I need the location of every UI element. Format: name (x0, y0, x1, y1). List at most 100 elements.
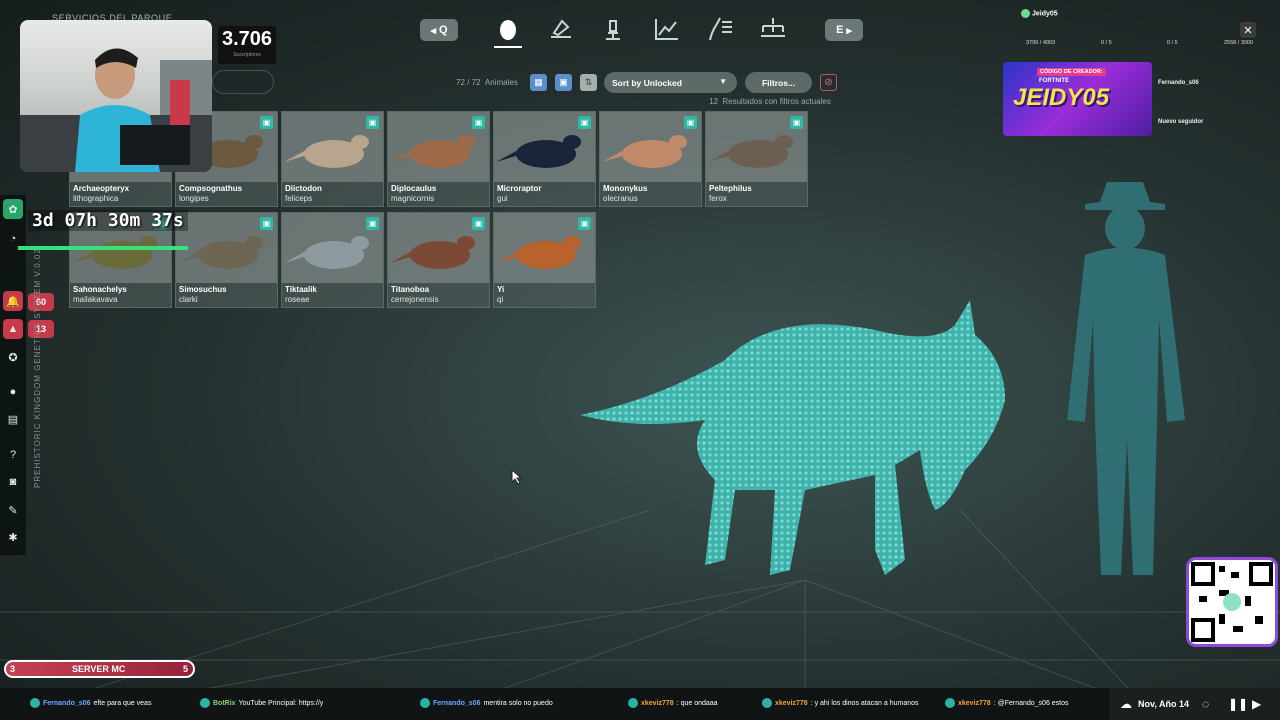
mouse-cursor-icon (511, 469, 523, 485)
animal-species: cerrejonensis (391, 295, 439, 304)
pause-button[interactable]: ❚❚ (1228, 697, 1248, 711)
chat-username: xkeviz778 (641, 699, 674, 707)
active-tab-indicator (494, 46, 522, 48)
filters-button[interactable]: Filtros... (745, 72, 812, 93)
animal-species: roseae (285, 295, 310, 304)
animal-species: mailakavava (73, 295, 118, 304)
settings-button[interactable]: ✱ (3, 527, 23, 547)
chart-icon (655, 19, 678, 40)
sort-dropdown[interactable]: Sort by Unlocked ▼ (604, 72, 737, 93)
chat-ticker: Fernando_s06 efte para que veas BotRix YouT… (0, 688, 1110, 720)
image-view-button[interactable]: ▣ (555, 74, 572, 91)
next-tab-button[interactable]: E ▸ (825, 19, 863, 41)
follower-feed-label: Nuevo seguidor (1158, 119, 1204, 125)
results-count: 12 (709, 97, 718, 106)
results-label: Resultados con filtros actuales (722, 97, 831, 106)
animal-card[interactable]: ▣ Simosuchus clarki (175, 212, 278, 308)
tab-egg[interactable] (493, 14, 523, 44)
tab-lab[interactable] (598, 14, 628, 44)
animal-card[interactable]: ▣ Tiktaalik roseae (281, 212, 384, 308)
chat-username: xkeviz778 (775, 699, 808, 707)
stream-goals: 3799 / 4003 0 / 5 0 / 5 2558 / 3000 (1004, 30, 1254, 50)
guest-icon: ✪ (8, 351, 18, 364)
animal-count-value: 72 / 72 (456, 78, 481, 87)
chevron-left-icon: ◂ (430, 24, 436, 37)
codex-button[interactable]: ▤ (3, 409, 23, 429)
animal-name: Compsognathus (179, 184, 243, 193)
animals-toolbar: 72 / 72 Animales ▦ ▣ ⇅ Sort by Unlocked … (440, 72, 840, 94)
image-badge-icon: ▣ (684, 116, 697, 129)
clear-filters-button[interactable]: ⊘ (820, 74, 837, 91)
dinosaur-hologram (580, 300, 1005, 575)
search-input[interactable] (212, 70, 274, 94)
weather-icon: ☁ (1120, 697, 1132, 711)
wrench-icon: ✎ (8, 504, 18, 517)
dna-button[interactable]: ✿ (3, 199, 23, 219)
image-badge-icon: ▣ (472, 217, 485, 230)
chat-username: Fernando_s06 (433, 699, 481, 707)
qr-code-pattern (1191, 562, 1273, 642)
chat-message: xkeviz778: que ondaaa (628, 698, 718, 708)
eggs-button[interactable]: ● (3, 382, 23, 402)
speed-toggle-button[interactable]: ◌ (1202, 697, 1209, 711)
animal-card[interactable]: ▣ Diictodon feliceps (281, 111, 384, 207)
chat-text: efte para que veas (93, 699, 152, 707)
server-progress-bar: 3 SERVER MC 5 (4, 660, 195, 678)
image-badge-icon: ▣ (260, 217, 273, 230)
tab-hierarchy[interactable] (758, 14, 788, 44)
camera-button[interactable]: ◙ (3, 472, 23, 492)
chat-text: : que ondaaa (676, 699, 718, 707)
streamer-figure (20, 48, 212, 172)
animal-name: Titanoboa (391, 285, 430, 294)
sort-order-button[interactable]: ⇅ (580, 74, 597, 91)
microscope-icon (606, 20, 620, 40)
animal-card[interactable]: ▣ Titanoboa cerrejonensis (387, 212, 490, 308)
timer-progress-bar (18, 246, 188, 250)
warnings-button[interactable]: ▲ (3, 319, 23, 339)
version-label: PREHISTORIC KINGDOM GENETICS SYSTEM V.0.… (33, 248, 42, 488)
guests-button[interactable]: ✪ (3, 347, 23, 367)
animal-card[interactable]: ▣ Mononykus olecranus (599, 111, 702, 207)
chat-message: xkeviz778: y ahi los dinos atacan a huma… (762, 698, 919, 708)
goal-stat: 2558 / 3000 (1224, 40, 1254, 46)
chat-avatar-icon (30, 698, 40, 708)
prev-tab-button[interactable]: ◂ Q (420, 19, 458, 41)
creator-code-banner: CÓDIGO DE CREADOR: FORTNITE JEIDY05 (1003, 62, 1152, 136)
animal-card[interactable]: ▣ Microraptor gui (493, 111, 596, 207)
goal-stat: 3799 / 4003 (1026, 40, 1056, 46)
tools-button[interactable]: ✎ (3, 500, 23, 520)
animal-card[interactable]: ▣ Diplocaulus magnicornis (387, 111, 490, 207)
animal-species: lithographica (73, 194, 119, 203)
server-right-value: 5 (182, 664, 188, 674)
webcam-overlay (20, 20, 212, 172)
alerts-button[interactable]: 🔔 (3, 291, 23, 311)
animal-card[interactable]: ▣ Peltephilus ferox (705, 111, 808, 207)
animal-name: Peltephilus (709, 184, 752, 193)
animal-name: Archaeopteryx (73, 184, 130, 193)
image-badge-icon: ▣ (790, 116, 803, 129)
tab-stats[interactable] (652, 14, 682, 44)
image-badge-icon: ▣ (260, 116, 273, 129)
tab-species-list[interactable] (705, 14, 735, 44)
server-left-value: 3 (10, 664, 16, 674)
chat-username: Fernando_s06 (43, 699, 91, 707)
next-key-label: E (836, 24, 844, 36)
chat-text: : @Fernando_s06 estos (993, 699, 1069, 707)
tab-fossil[interactable] (546, 14, 576, 44)
grid-icon: ▦ (534, 77, 543, 87)
animal-name: Sahonachelys (73, 285, 127, 294)
play-button[interactable]: ▶ (1252, 697, 1261, 711)
close-icon: ✕ (1243, 24, 1253, 37)
question-icon: ? (9, 449, 17, 461)
close-overlay-button[interactable]: ✕ (1240, 22, 1256, 38)
results-summary: 12 Resultados con filtros actuales (709, 97, 831, 106)
chat-message: xkeviz778: @Fernando_s06 estos (945, 698, 1069, 708)
subscriber-count: 3.706 (221, 28, 273, 50)
grid-view-button[interactable]: ▦ (530, 74, 547, 91)
user-avatar-icon (1021, 9, 1030, 18)
creator-code-label: CÓDIGO DE CREADOR: (1037, 68, 1106, 76)
animal-species: longipes (179, 194, 209, 203)
help-button[interactable]: ? (3, 445, 23, 465)
goal-stat: 0 / 5 (1101, 40, 1112, 46)
animal-name: Diplocaulus (391, 184, 437, 193)
